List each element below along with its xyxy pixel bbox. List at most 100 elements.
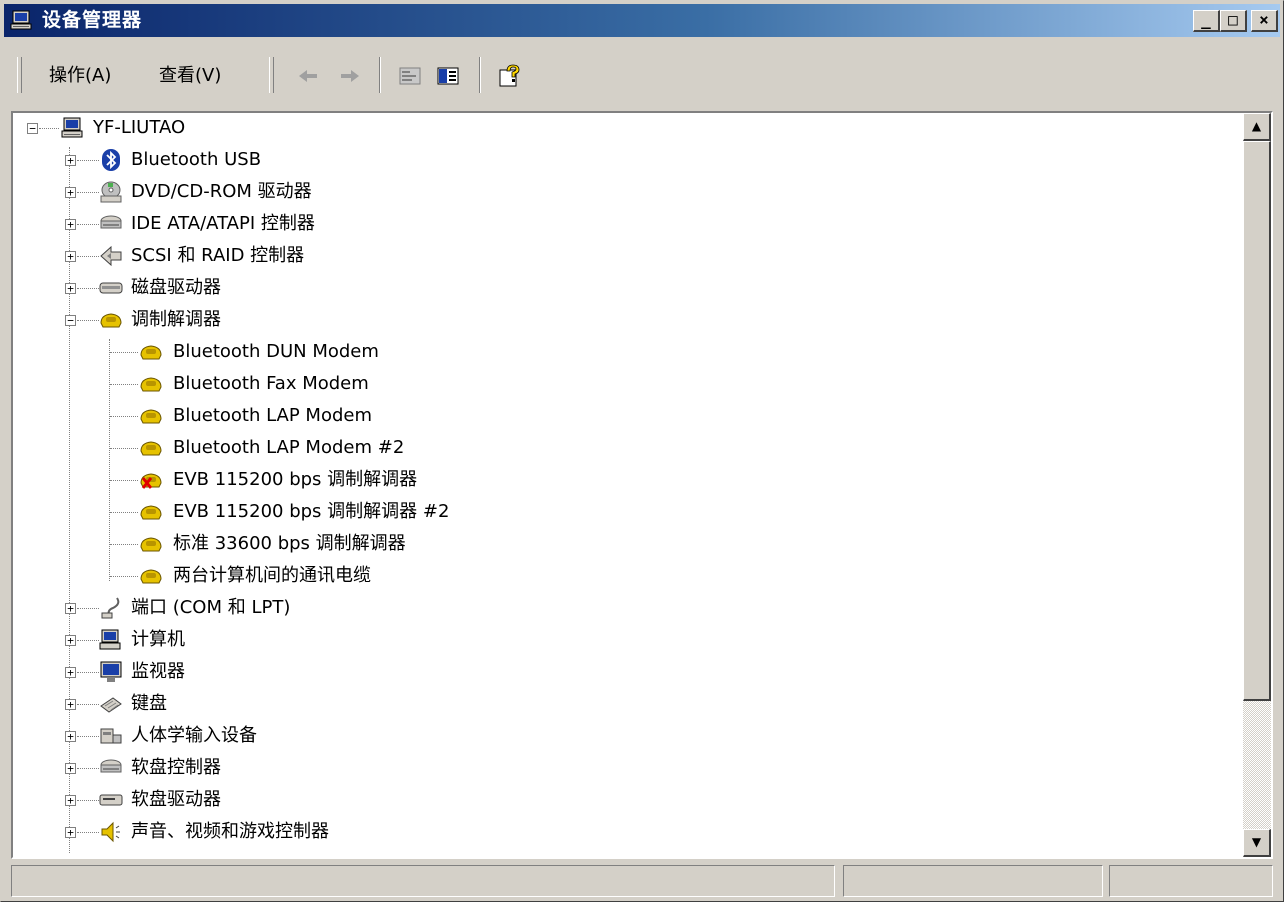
status-pane-3 <box>1109 865 1273 897</box>
floppy-drive-icon <box>99 794 123 806</box>
speaker-icon <box>101 821 120 843</box>
tree-category[interactable]: + SCSI 和 RAID 控制器 <box>13 241 1247 271</box>
title-bar[interactable]: 设备管理器 _ □ × <box>4 4 1280 37</box>
category-label: 计算机 <box>131 629 185 650</box>
tree-device-disabled[interactable]: EVB 115200 bps 调制解调器 <box>13 465 1247 495</box>
modem-icon <box>140 345 162 360</box>
tree-connector <box>77 160 99 161</box>
window-title: 设备管理器 <box>42 9 143 31</box>
expand-toggle[interactable]: + <box>65 795 76 806</box>
minimize-button[interactable]: _ <box>1193 10 1220 32</box>
toolbar-grip-2[interactable] <box>269 57 274 93</box>
collapse-toggle[interactable]: − <box>27 123 38 134</box>
expand-toggle[interactable]: + <box>65 283 76 294</box>
category-label: SCSI 和 RAID 控制器 <box>131 245 305 266</box>
tree-device[interactable]: Bluetooth Fax Modem <box>13 369 1247 399</box>
tree-connector <box>110 384 138 385</box>
computer-icon <box>61 117 83 138</box>
tree-category[interactable]: + 声音、视频和游戏控制器 <box>13 817 1247 847</box>
tree-connector <box>77 640 99 641</box>
expand-toggle[interactable]: + <box>65 667 76 678</box>
tree-connector <box>110 512 138 513</box>
show-hide-tree-icon[interactable] <box>435 63 461 89</box>
tree-category[interactable]: + 软盘控制器 <box>13 753 1247 783</box>
tree-category[interactable]: + IDE ATA/ATAPI 控制器 <box>13 209 1247 239</box>
tree-category[interactable]: + DVD/CD-ROM 驱动器 <box>13 177 1247 207</box>
tree-connector <box>110 416 138 417</box>
device-label: 两台计算机间的通讯电缆 <box>173 565 371 586</box>
category-label: 软盘驱动器 <box>131 789 221 810</box>
tree-connector <box>110 448 138 449</box>
tree-category[interactable]: + 键盘 <box>13 689 1247 719</box>
category-label: 键盘 <box>131 693 167 714</box>
modem-disabled-icon <box>140 473 162 489</box>
tree-connector <box>110 576 138 577</box>
tree-category[interactable]: + 端口 (COM 和 LPT) <box>13 593 1247 623</box>
device-label: EVB 115200 bps 调制解调器 #2 <box>173 501 450 522</box>
help-icon[interactable] <box>497 63 523 89</box>
menu-action[interactable]: 操作(A) <box>49 62 111 90</box>
tree-device[interactable]: Bluetooth LAP Modem <box>13 401 1247 431</box>
collapse-toggle[interactable]: − <box>65 315 76 326</box>
expand-toggle[interactable]: + <box>65 635 76 646</box>
category-label: Bluetooth USB <box>131 149 262 170</box>
floppy-controller-icon <box>100 759 122 773</box>
tree-category[interactable]: + 软盘驱动器 <box>13 785 1247 815</box>
device-tree-panel: − YF-LIUTAO + Bluetooth USB + DVD/CD-ROM… <box>11 111 1273 859</box>
modem-icon <box>140 377 162 392</box>
tree-device[interactable]: EVB 115200 bps 调制解调器 #2 <box>13 497 1247 527</box>
device-tree[interactable]: − YF-LIUTAO + Bluetooth USB + DVD/CD-ROM… <box>13 113 1247 857</box>
tree-category[interactable]: + Bluetooth USB <box>13 145 1247 175</box>
category-label: 监视器 <box>131 661 185 682</box>
tree-category[interactable]: + 人体学输入设备 <box>13 721 1247 751</box>
scroll-up-button[interactable]: ▲ <box>1243 113 1271 141</box>
expand-toggle[interactable]: + <box>65 187 76 198</box>
ide-controller-icon <box>100 215 122 229</box>
properties-icon[interactable] <box>397 63 423 89</box>
close-button[interactable]: × <box>1251 10 1278 32</box>
status-pane-2 <box>843 865 1103 897</box>
expand-toggle[interactable]: + <box>65 603 76 614</box>
tree-root[interactable]: − YF-LIUTAO <box>13 113 1247 143</box>
expand-toggle[interactable]: + <box>65 251 76 262</box>
tree-device[interactable]: Bluetooth DUN Modem <box>13 337 1247 367</box>
tree-connector <box>77 800 99 801</box>
menu-view[interactable]: 查看(V) <box>159 62 221 90</box>
tree-device[interactable]: 标准 33600 bps 调制解调器 <box>13 529 1247 559</box>
tree-category-modems[interactable]: − 调制解调器 <box>13 305 1247 335</box>
expand-toggle[interactable]: + <box>65 731 76 742</box>
scroll-thumb[interactable] <box>1243 141 1271 701</box>
tree-connector <box>110 480 138 481</box>
tree-connector <box>77 704 99 705</box>
tree-device[interactable]: Bluetooth LAP Modem #2 <box>13 433 1247 463</box>
back-arrow-icon[interactable] <box>295 63 321 89</box>
bluetooth-icon <box>102 149 120 171</box>
device-label: Bluetooth Fax Modem <box>173 373 369 394</box>
tree-device[interactable]: 两台计算机间的通讯电缆 <box>13 561 1247 591</box>
vertical-scrollbar[interactable]: ▲ ▼ <box>1243 113 1271 857</box>
tree-connector <box>77 288 99 289</box>
tree-category[interactable]: + 计算机 <box>13 625 1247 655</box>
expand-toggle[interactable]: + <box>65 219 76 230</box>
tree-category[interactable]: + 监视器 <box>13 657 1247 687</box>
modem-icon <box>100 313 122 328</box>
scroll-down-button[interactable]: ▼ <box>1243 829 1271 857</box>
keyboard-icon <box>100 697 122 713</box>
tree-connector <box>77 192 99 193</box>
forward-arrow-icon[interactable] <box>337 63 363 89</box>
tree-connector <box>110 352 138 353</box>
menu-toolbar: 操作(A) 查看(V) <box>9 51 1277 99</box>
device-label: Bluetooth LAP Modem #2 <box>173 437 405 458</box>
tree-category[interactable]: + 磁盘驱动器 <box>13 273 1247 303</box>
expand-toggle[interactable]: + <box>65 827 76 838</box>
toolbar-grip[interactable] <box>17 57 22 93</box>
tree-connector <box>77 320 99 321</box>
category-label: DVD/CD-ROM 驱动器 <box>131 181 312 202</box>
tree-connector <box>77 608 99 609</box>
category-label: 磁盘驱动器 <box>131 277 221 298</box>
maximize-button[interactable]: □ <box>1220 10 1247 32</box>
expand-toggle[interactable]: + <box>65 699 76 710</box>
tree-connector <box>77 672 99 673</box>
expand-toggle[interactable]: + <box>65 763 76 774</box>
expand-toggle[interactable]: + <box>65 155 76 166</box>
